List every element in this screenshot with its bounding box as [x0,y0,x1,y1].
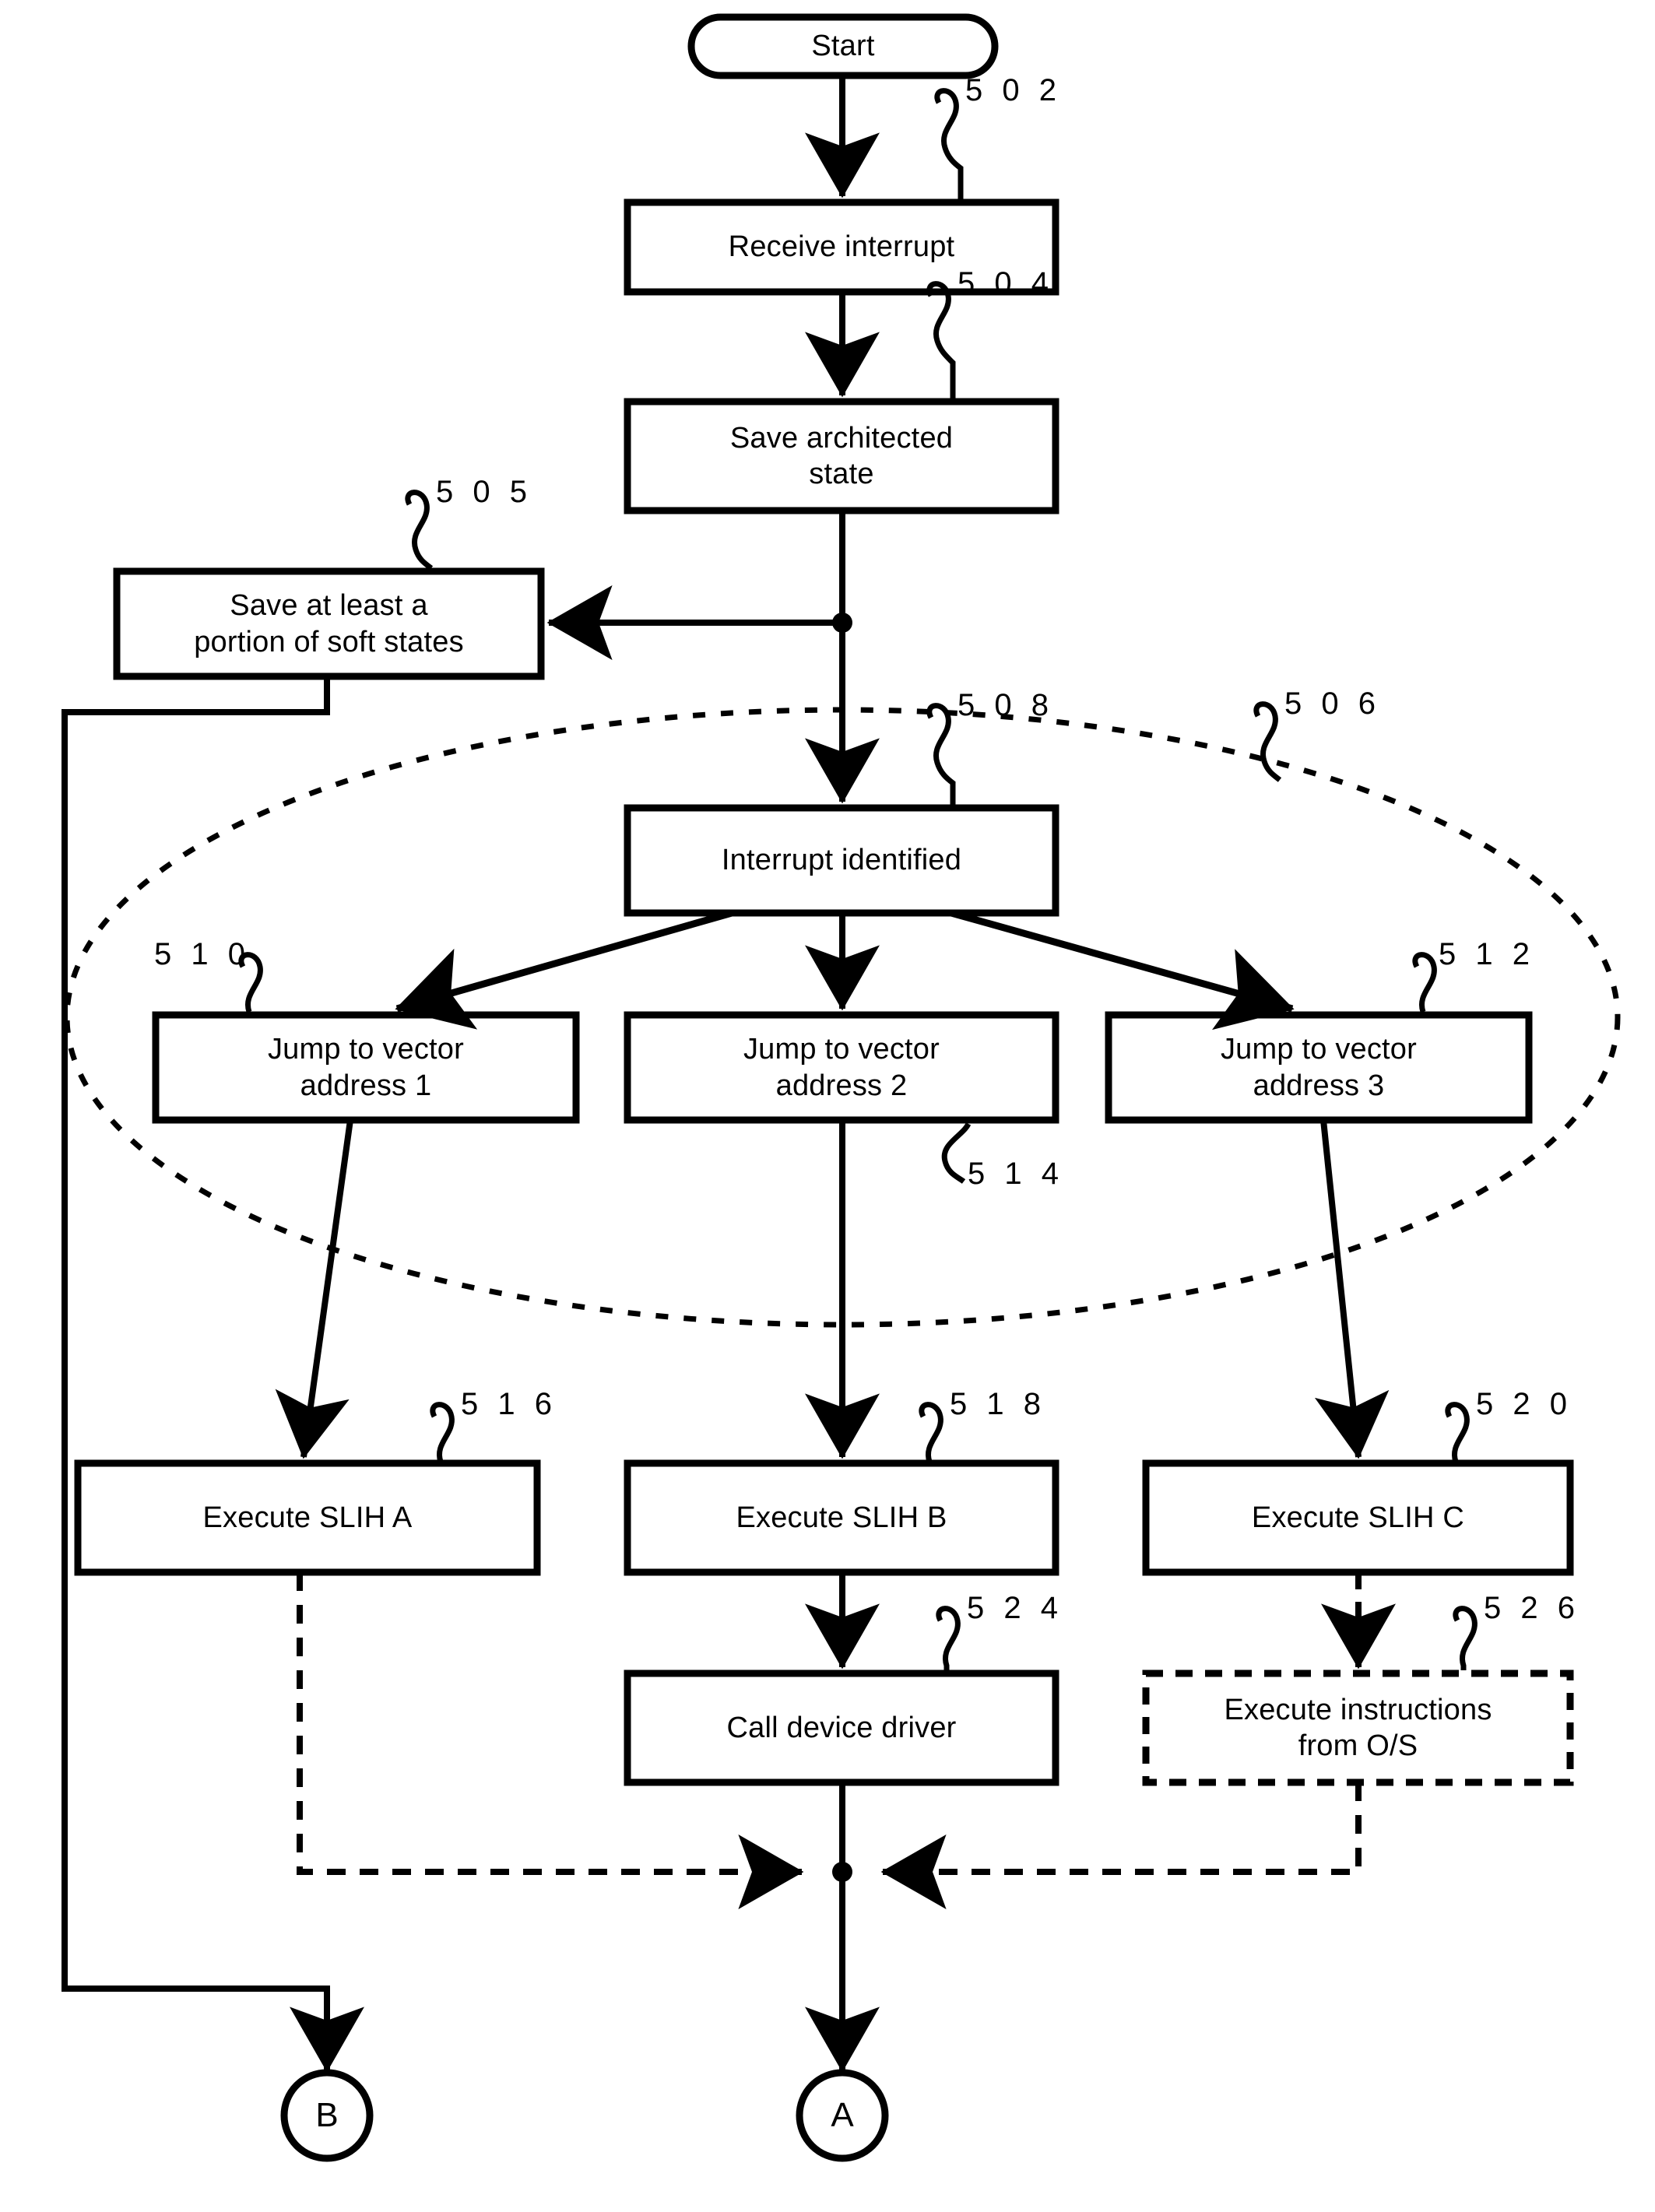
receive-interrupt-shape [624,198,1059,296]
ref-leader-506 [1253,701,1282,782]
merge-junction-dot [832,1862,852,1882]
jump-vector-2-shape [624,1011,1059,1124]
start-terminator-shape [687,13,999,79]
ref-leader-516 [430,1402,455,1463]
ref-leader-520 [1445,1402,1470,1463]
jump-vector-3-shape [1105,1011,1533,1124]
ref-leader-512 [1412,952,1437,1013]
edge-execute-os-instructions-to-merge-junction [880,1782,1362,1909]
connector-a-shape [796,2069,889,2162]
ref-leader-502 [934,88,964,199]
interrupt-identified-shape [624,804,1059,917]
flowchart-canvas [61,13,1621,2162]
ref-leader-510 [238,952,263,1013]
edge-save-soft-states-to-connector-b [61,676,364,2073]
execute-os-instructions-shape [1142,1670,1574,1786]
execute-slih-c-shape [1142,1459,1574,1576]
ref-leader-505 [405,490,434,571]
ref-leader-504 [926,281,956,399]
edge-jump-vector-1-to-execute-slih-a [275,1119,353,1459]
save-soft-states-shape [113,567,545,680]
patent-flowchart-figure: Start Receive interrupt Save architected… [0,0,1655,2212]
ref-leader-514 [941,1122,972,1184]
execute-slih-a-shape [74,1459,541,1576]
edge-interrupt-identified-to-jump-vector-3 [950,909,1295,1031]
ref-leader-526 [1453,1606,1478,1670]
edge-jump-vector-3-to-execute-slih-c [1314,1119,1390,1459]
call-device-driver-shape [624,1670,1059,1786]
ref-leader-524 [936,1606,961,1670]
execute-slih-b-shape [624,1459,1059,1576]
save-architected-state-shape [624,398,1059,514]
ref-leader-508 [926,703,956,805]
ref-leader-518 [919,1402,943,1463]
jump-vector-1-shape [152,1011,580,1124]
connector-b-shape [280,2069,374,2162]
edge-interrupt-identified-to-jump-vector-1 [395,909,733,1030]
